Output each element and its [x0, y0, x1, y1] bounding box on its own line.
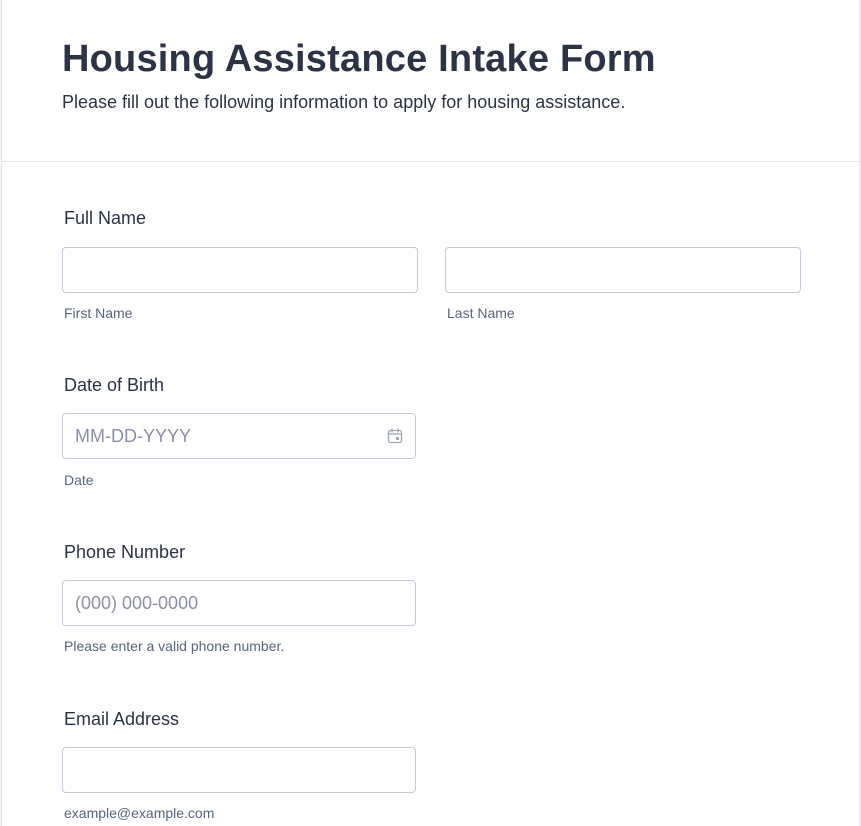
email-input[interactable] [63, 748, 415, 792]
phone-sublabel: Please enter a valid phone number. [64, 638, 285, 654]
date-of-birth-input[interactable] [63, 414, 415, 458]
form-header: Housing Assistance Intake Form Please fi… [2, 0, 859, 162]
phone-number-input-wrapper [62, 580, 416, 626]
date-of-birth-input-wrapper [62, 413, 416, 459]
email-sublabel: example@example.com [64, 805, 215, 821]
first-name-sublabel: First Name [64, 305, 133, 321]
calendar-icon[interactable] [387, 428, 403, 444]
email-address-label: Email Address [64, 709, 180, 729]
date-sublabel: Date [64, 472, 94, 488]
last-name-input[interactable] [446, 248, 800, 292]
full-name-label: Full Name [64, 208, 147, 228]
phone-number-label: Phone Number [64, 542, 186, 562]
first-name-input[interactable] [63, 248, 417, 292]
form-subtitle: Please fill out the following informatio… [62, 92, 626, 112]
form-title: Housing Assistance Intake Form [62, 38, 656, 80]
phone-number-input[interactable] [63, 581, 415, 625]
last-name-input-wrapper [445, 247, 801, 293]
last-name-sublabel: Last Name [447, 305, 515, 321]
date-of-birth-label: Date of Birth [64, 375, 165, 395]
form-card: Housing Assistance Intake Form Please fi… [1, 0, 860, 826]
email-input-wrapper [62, 747, 416, 793]
first-name-input-wrapper [62, 247, 418, 293]
